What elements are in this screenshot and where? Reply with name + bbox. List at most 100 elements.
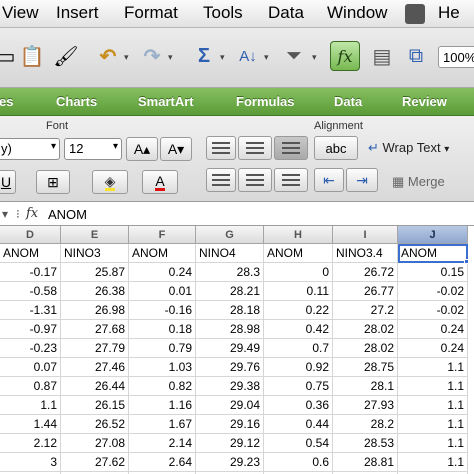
table-cell[interactable]: 26.38 bbox=[61, 282, 129, 301]
table-cell[interactable]: 28.3 bbox=[196, 263, 264, 282]
align-left-button[interactable] bbox=[206, 168, 236, 192]
table-cell[interactable]: 26.77 bbox=[333, 282, 398, 301]
table-cell[interactable]: 0.75 bbox=[264, 377, 333, 396]
header-cell[interactable]: ANOM bbox=[398, 244, 468, 263]
orientation-button[interactable]: abc bbox=[314, 136, 358, 160]
menu-view[interactable]: View bbox=[2, 3, 39, 23]
increase-indent-button[interactable]: ⇥ bbox=[346, 168, 378, 192]
tab-review[interactable]: Review bbox=[402, 94, 447, 109]
table-cell[interactable]: -0.16 bbox=[129, 301, 196, 320]
redo-dropdown-icon[interactable]: ▾ bbox=[168, 52, 173, 63]
table-cell[interactable]: 28.81 bbox=[333, 453, 398, 472]
table-cell[interactable]: 0.22 bbox=[264, 301, 333, 320]
table-cell[interactable]: 28.18 bbox=[196, 301, 264, 320]
table-cell[interactable]: 28.21 bbox=[196, 282, 264, 301]
table-cell[interactable]: 0.18 bbox=[129, 320, 196, 339]
table-cell[interactable]: 1.44 bbox=[0, 415, 61, 434]
tab-tables[interactable]: es bbox=[0, 94, 13, 109]
table-cell[interactable]: 27.2 bbox=[333, 301, 398, 320]
grow-font-button[interactable]: A▴ bbox=[126, 137, 158, 161]
table-cell[interactable]: 29.23 bbox=[196, 453, 264, 472]
table-cell[interactable]: 26.72 bbox=[333, 263, 398, 282]
name-box-dots-icon[interactable]: ⁝ bbox=[16, 207, 20, 221]
header-cell[interactable]: ANOM bbox=[0, 244, 61, 263]
table-cell[interactable]: 29.12 bbox=[196, 434, 264, 453]
header-cell[interactable]: NINO4 bbox=[196, 244, 264, 263]
table-cell[interactable]: 1.1 bbox=[398, 434, 468, 453]
toolbox-icon[interactable]: ⧉ bbox=[400, 40, 432, 72]
table-cell[interactable]: 0.87 bbox=[0, 377, 61, 396]
redo-icon[interactable]: ↷ bbox=[136, 40, 168, 72]
align-center-button[interactable] bbox=[238, 168, 272, 192]
fill-color-button[interactable]: ◈ bbox=[92, 170, 128, 194]
table-cell[interactable]: 0.54 bbox=[264, 434, 333, 453]
table-cell[interactable]: 27.68 bbox=[61, 320, 129, 339]
name-box-dropdown-icon[interactable]: ▾ bbox=[2, 207, 8, 221]
table-cell[interactable]: -0.97 bbox=[0, 320, 61, 339]
column-header-h[interactable]: H bbox=[264, 226, 333, 244]
column-header-i[interactable]: I bbox=[333, 226, 398, 244]
paste-icon[interactable]: 📋 bbox=[16, 40, 48, 72]
sort-dropdown-icon[interactable]: ▾ bbox=[264, 52, 269, 63]
align-right-button[interactable] bbox=[274, 168, 308, 192]
table-cell[interactable]: 1.67 bbox=[129, 415, 196, 434]
formula-input[interactable]: ANOM bbox=[48, 207, 87, 222]
autosum-icon[interactable]: Σ bbox=[188, 40, 220, 72]
menu-insert[interactable]: Insert bbox=[56, 3, 99, 23]
table-cell[interactable]: 0.07 bbox=[0, 358, 61, 377]
table-cell[interactable]: 0.24 bbox=[129, 263, 196, 282]
table-cell[interactable]: 26.52 bbox=[61, 415, 129, 434]
table-cell[interactable]: 0.01 bbox=[129, 282, 196, 301]
table-cell[interactable]: -0.23 bbox=[0, 339, 61, 358]
table-cell[interactable]: 1.1 bbox=[398, 396, 468, 415]
table-cell[interactable]: 0.36 bbox=[264, 396, 333, 415]
table-cell[interactable]: 28.02 bbox=[333, 339, 398, 358]
table-cell[interactable]: 0.44 bbox=[264, 415, 333, 434]
table-cell[interactable]: 3 bbox=[0, 453, 61, 472]
tab-data[interactable]: Data bbox=[334, 94, 362, 109]
table-cell[interactable]: 27.93 bbox=[333, 396, 398, 415]
tab-formulas[interactable]: Formulas bbox=[236, 94, 295, 109]
script-menu-icon[interactable] bbox=[405, 4, 425, 24]
table-cell[interactable]: 27.79 bbox=[61, 339, 129, 358]
borders-button[interactable]: ⊞ bbox=[36, 170, 70, 194]
decrease-indent-button[interactable]: ⇤ bbox=[314, 168, 344, 192]
menu-help[interactable]: He bbox=[438, 3, 460, 23]
merge-button[interactable]: ▦ Merge bbox=[392, 174, 445, 190]
align-bottom-button[interactable] bbox=[274, 136, 308, 160]
table-cell[interactable]: 0.42 bbox=[264, 320, 333, 339]
table-cell[interactable]: 26.98 bbox=[61, 301, 129, 320]
filter-icon[interactable]: ⏷ bbox=[278, 40, 310, 72]
menu-window[interactable]: Window bbox=[327, 3, 387, 23]
sort-icon[interactable]: A↓ bbox=[232, 40, 264, 72]
table-cell[interactable]: -0.58 bbox=[0, 282, 61, 301]
header-cell[interactable]: ANOM bbox=[264, 244, 333, 263]
filter-dropdown-icon[interactable]: ▾ bbox=[312, 52, 317, 63]
table-cell[interactable]: 29.38 bbox=[196, 377, 264, 396]
align-top-button[interactable] bbox=[206, 136, 236, 160]
table-cell[interactable]: 29.16 bbox=[196, 415, 264, 434]
menu-tools[interactable]: Tools bbox=[203, 3, 243, 23]
format-painter-icon[interactable]: 🖌 bbox=[50, 40, 82, 72]
table-cell[interactable]: 0.24 bbox=[398, 339, 468, 358]
font-name-select[interactable]: y) ▾ bbox=[0, 138, 60, 160]
table-cell[interactable]: 0.6 bbox=[264, 453, 333, 472]
table-cell[interactable]: 2.64 bbox=[129, 453, 196, 472]
tab-smartart[interactable]: SmartArt bbox=[138, 94, 194, 109]
table-cell[interactable]: 29.04 bbox=[196, 396, 264, 415]
menu-data[interactable]: Data bbox=[268, 3, 304, 23]
function-icon[interactable]: fx bbox=[330, 41, 360, 71]
table-cell[interactable]: 29.49 bbox=[196, 339, 264, 358]
menu-format[interactable]: Format bbox=[124, 3, 178, 23]
table-cell[interactable]: 0.24 bbox=[398, 320, 468, 339]
table-cell[interactable]: 27.46 bbox=[61, 358, 129, 377]
table-cell[interactable]: 25.87 bbox=[61, 263, 129, 282]
font-size-select[interactable]: 12 ▾ bbox=[64, 138, 122, 160]
column-header-d[interactable]: D bbox=[0, 226, 61, 244]
table-cell[interactable]: -1.31 bbox=[0, 301, 61, 320]
table-cell[interactable]: 0.15 bbox=[398, 263, 468, 282]
table-cell[interactable]: 0.11 bbox=[264, 282, 333, 301]
table-cell[interactable]: 28.98 bbox=[196, 320, 264, 339]
table-cell[interactable]: 0.92 bbox=[264, 358, 333, 377]
underline-button[interactable]: U bbox=[0, 170, 16, 194]
